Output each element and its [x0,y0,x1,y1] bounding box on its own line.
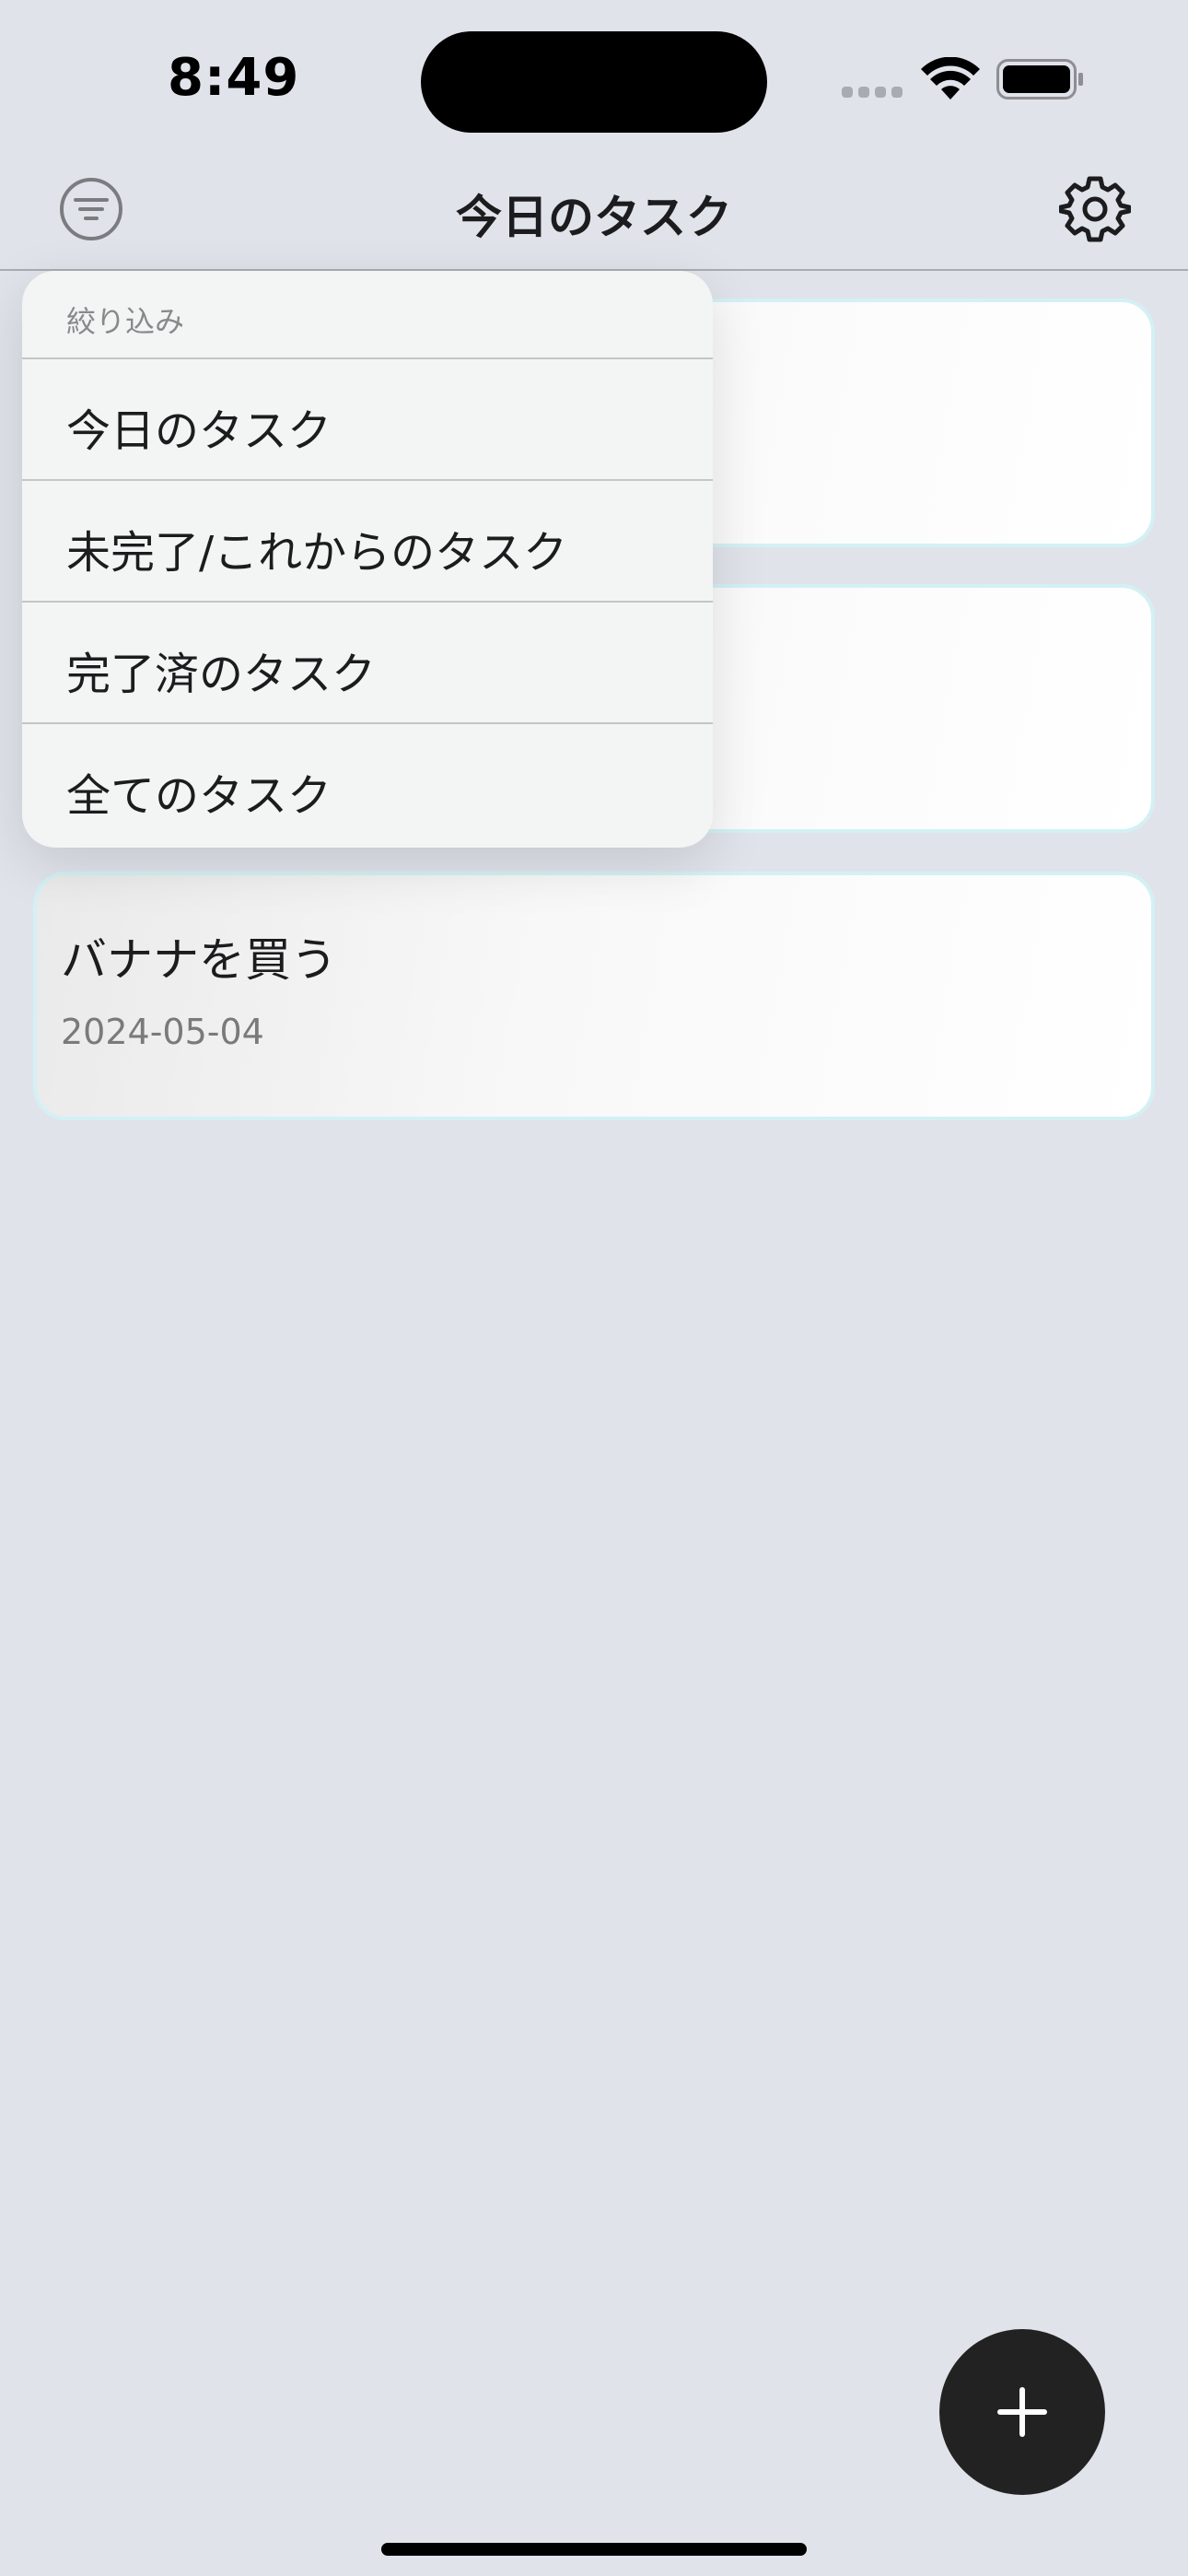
filter-menu: 絞り込み 今日のタスク 未完了/これからのタスク 完了済のタスク 全てのタスク [22,271,713,848]
cellular-signal-icon [842,87,904,100]
menu-item-label: 完了済のタスク [66,649,377,700]
filter-menu-header-label: 絞り込み [66,304,185,339]
task-title: バナナを買う [61,933,337,987]
gear-icon [1058,176,1132,242]
navigation-bar: 今日のタスク [0,157,1188,271]
menu-item-label: 今日のタスク [66,405,332,457]
filter-option-all[interactable]: 全てのタスク [22,724,713,846]
wifi-icon [921,57,980,100]
home-indicator[interactable] [381,2543,807,2556]
page-title: 今日のタスク [456,191,732,244]
battery-icon [996,59,1083,100]
status-bar: 8:49 [0,0,1188,157]
status-time: 8:49 [168,48,300,108]
task-card[interactable]: バナナを買う 2024-05-04 [33,872,1155,1120]
task-date: 2024-05-04 [61,1012,264,1052]
filter-option-incomplete[interactable]: 未完了/これからのタスク [22,481,713,603]
plus-icon [997,2387,1047,2437]
filter-option-completed[interactable]: 完了済のタスク [22,603,713,724]
menu-item-label: 未完了/これからのタスク [66,527,568,579]
filter-menu-header: 絞り込み [22,271,713,359]
menu-item-label: 全てのタスク [66,770,332,822]
settings-button[interactable] [1058,173,1132,245]
dynamic-island [421,31,767,133]
filter-option-today[interactable]: 今日のタスク [22,359,713,481]
add-task-button[interactable] [939,2329,1105,2495]
